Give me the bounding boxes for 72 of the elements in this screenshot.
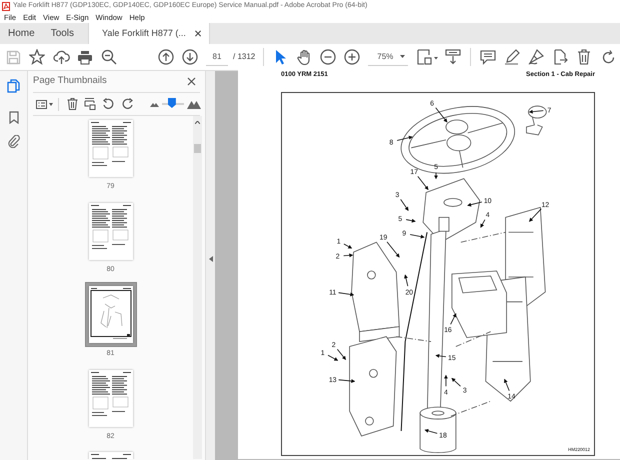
zoom-dropdown[interactable]: 75% xyxy=(368,48,408,66)
leader-line xyxy=(396,136,413,141)
leader-line xyxy=(406,218,416,223)
tab[interactable]: Tools xyxy=(42,23,82,44)
leader-line xyxy=(343,253,354,258)
small-mountain-icon xyxy=(150,102,159,106)
leader-line xyxy=(424,428,438,434)
leader-line xyxy=(450,313,456,325)
pen-icon xyxy=(504,49,520,65)
large-mountain-icon xyxy=(187,100,201,108)
scroll-up-icon xyxy=(195,121,200,124)
save-icon xyxy=(6,50,20,64)
pen-nib-icon xyxy=(528,49,544,65)
rotate-left-icon xyxy=(102,98,114,110)
pages-icon[interactable] xyxy=(7,79,20,93)
comment-icon xyxy=(480,50,496,64)
leader-line xyxy=(434,172,438,180)
rotate-right-icon xyxy=(122,98,134,110)
leader-line xyxy=(444,374,448,387)
leader-line xyxy=(386,242,400,258)
page-thumbnail[interactable] xyxy=(88,370,132,426)
minus-icon xyxy=(320,49,336,65)
fit-page-icon xyxy=(416,49,438,65)
collapse-panel-icon[interactable] xyxy=(208,256,212,262)
document-arrow-icon xyxy=(552,49,568,65)
tab[interactable]: Yale Forklift H877 (... xyxy=(88,23,210,44)
trash-icon xyxy=(66,98,78,110)
leader-line xyxy=(404,274,408,287)
page-total: / 1312 xyxy=(233,51,256,63)
scroll-thumb[interactable] xyxy=(194,144,201,153)
leader-line xyxy=(528,208,542,222)
close-icon[interactable] xyxy=(194,30,202,37)
leader-line xyxy=(338,379,356,383)
close-icon xyxy=(186,77,196,86)
hand-icon xyxy=(296,49,312,65)
leader-line xyxy=(528,110,544,114)
trash-icon xyxy=(577,49,591,65)
scrollbar[interactable] xyxy=(193,116,202,459)
cloud-upload-icon xyxy=(52,50,70,64)
leader-line xyxy=(338,292,354,296)
cursor-icon xyxy=(274,49,286,65)
caret-icon xyxy=(400,55,405,58)
leader-line xyxy=(400,198,409,211)
options-icon xyxy=(36,100,46,108)
arrow-up-icon xyxy=(158,49,174,65)
leader-line xyxy=(504,378,510,392)
leader-line xyxy=(467,202,482,207)
leader-line xyxy=(480,219,486,228)
leader-line xyxy=(435,107,448,122)
tab[interactable]: Home xyxy=(0,23,43,44)
panel-title: Page Thumbnails xyxy=(33,74,107,88)
close-button[interactable] xyxy=(185,76,197,88)
slider-thumb[interactable] xyxy=(168,98,176,108)
leader-line xyxy=(417,176,428,190)
pdf-app-icon xyxy=(2,2,10,10)
leader-line xyxy=(435,354,446,358)
leader-line xyxy=(344,244,352,249)
page-thumbnail[interactable] xyxy=(88,120,132,177)
caret-icon xyxy=(48,102,52,106)
page-thumbnail[interactable] xyxy=(88,202,132,260)
print-icon xyxy=(77,50,93,64)
arrow-down-icon xyxy=(182,49,198,65)
leader-line xyxy=(410,234,425,239)
leader-line xyxy=(451,378,461,387)
page-extract-icon xyxy=(84,98,96,110)
scroll-icon xyxy=(444,49,460,65)
search-icon xyxy=(101,49,117,65)
bookmark-icon[interactable] xyxy=(8,111,18,124)
paperclip-icon[interactable] xyxy=(8,135,20,148)
star-icon xyxy=(29,49,45,65)
rotate-icon xyxy=(600,50,616,64)
plus-icon xyxy=(344,49,360,65)
